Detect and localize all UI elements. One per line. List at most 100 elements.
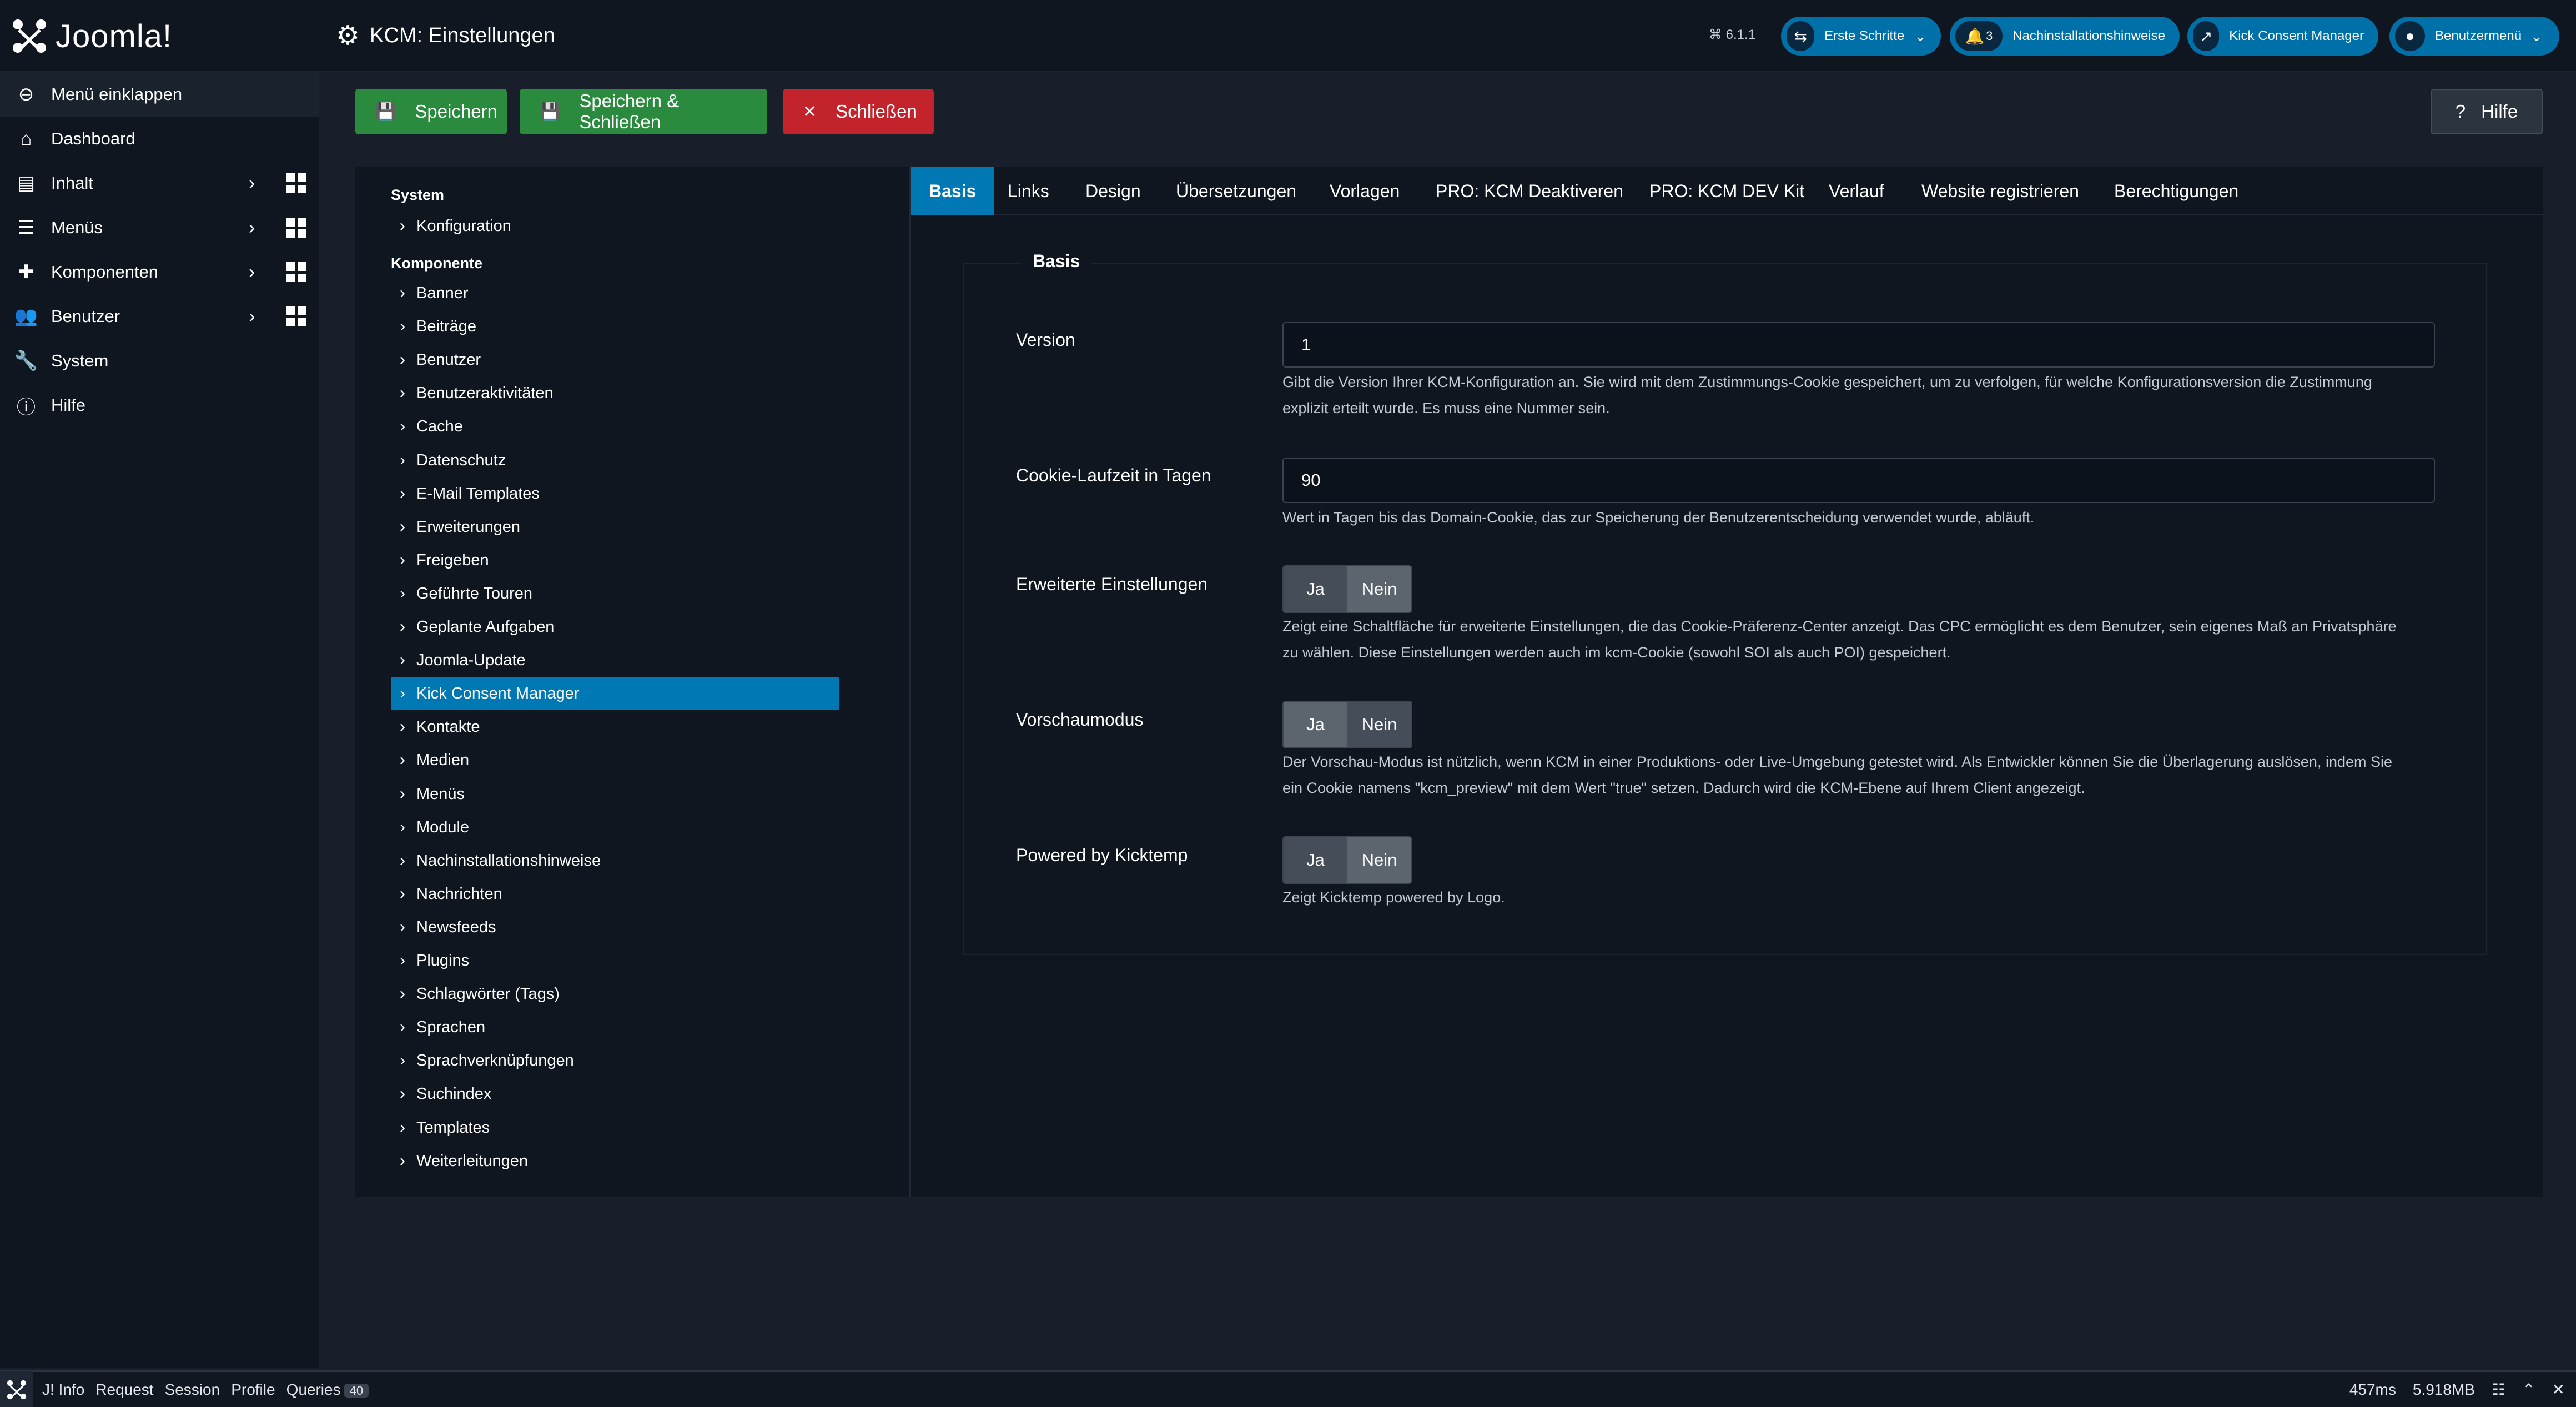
close-icon[interactable]: ✕: [2552, 1380, 2565, 1399]
chevron-right-icon: ›: [400, 818, 405, 836]
post-install-messages-button[interactable]: 🔔 3 Nachinstallationshinweise: [1950, 17, 2180, 56]
switch-option-nein[interactable]: Nein: [1347, 702, 1411, 747]
tree-item[interactable]: › Geplante Aufgaben: [391, 610, 839, 644]
sidebar-item-dashboard[interactable]: ⌂ Dashboard: [0, 117, 319, 161]
tree-item[interactable]: › Sprachverknüpfungen: [391, 1044, 839, 1077]
tab-links[interactable]: Links: [1008, 167, 1049, 215]
debug-time: 457ms: [2349, 1380, 2396, 1398]
tree-item[interactable]: › Templates: [391, 1111, 839, 1144]
tree-item[interactable]: › Banner: [391, 277, 839, 310]
tab-pro-kcm-deaktiveren[interactable]: PRO: KCM Deaktiveren: [1436, 167, 1623, 215]
advanced-settings-switch[interactable]: Ja Nein: [1282, 565, 1412, 613]
guided-tours-button[interactable]: ⇆ Erste Schritte ⌄: [1781, 17, 1941, 56]
switch-option-ja[interactable]: Ja: [1284, 837, 1347, 883]
sidebar: ⊖ Menü einklappen ⌂ Dashboard ▤ Inhalt ›…: [0, 72, 319, 1368]
tree-item[interactable]: › Medien: [391, 743, 839, 777]
tree-item[interactable]: › Nachrichten: [391, 877, 839, 911]
tree-item-label: Kick Consent Manager: [416, 684, 580, 702]
sidebar-item-system[interactable]: 🔧 System: [0, 339, 319, 383]
cookie-lifetime-value: 90: [1301, 470, 1321, 490]
tree-item[interactable]: › Kick Consent Manager: [391, 677, 839, 710]
save-close-label: Speichern & Schließen: [579, 91, 680, 132]
tree-item[interactable]: › Newsfeeds: [391, 911, 839, 944]
dashboard-grid-icon[interactable]: [286, 173, 306, 193]
help-button[interactable]: ? Hilfe: [2431, 89, 2543, 134]
vertical-divider: [909, 167, 911, 1197]
chevron-right-icon: ›: [400, 851, 405, 870]
tree-item[interactable]: › Geführte Touren: [391, 577, 839, 610]
tree-item[interactable]: › Joomla-Update: [391, 644, 839, 677]
version-input[interactable]: 1: [1282, 322, 2435, 368]
tree-heading-system: System: [391, 187, 445, 203]
tree-item-konfiguration[interactable]: › Konfiguration: [391, 209, 839, 243]
tree-item[interactable]: › Module: [391, 811, 839, 844]
sidebar-item-components[interactable]: ✚ Komponenten ›: [0, 250, 319, 294]
sidebar-item-help[interactable]: ⓘ Hilfe: [0, 383, 319, 428]
tree-item[interactable]: › Benutzeraktivitäten: [391, 376, 839, 410]
tab-verlauf[interactable]: Verlauf: [1829, 167, 1884, 215]
user-menu-button[interactable]: ● Benutzermenü ⌄: [2389, 17, 2559, 56]
tree-item[interactable]: › Freigeben: [391, 544, 839, 577]
debug-tab-info[interactable]: J! Info: [42, 1381, 84, 1399]
guided-tours-label: Erste Schritte: [1824, 28, 1905, 43]
tree-item[interactable]: › Weiterleitungen: [391, 1144, 839, 1178]
sidebar-item-collapse[interactable]: ⊖ Menü einklappen: [0, 72, 319, 117]
notification-count: 3: [1986, 29, 1993, 43]
joomla-logo[interactable]: Joomla!: [10, 17, 172, 56]
cookie-lifetime-input[interactable]: 90: [1282, 458, 2435, 503]
tree-item[interactable]: › Beiträge: [391, 310, 839, 343]
sidebar-item-menus[interactable]: ☰ Menüs ›: [0, 205, 319, 250]
switch-option-nein[interactable]: Nein: [1347, 566, 1411, 612]
preview-mode-switch[interactable]: Ja Nein: [1282, 701, 1412, 748]
chevron-right-icon: ›: [400, 517, 405, 536]
tree-item[interactable]: › Datenschutz: [391, 444, 839, 477]
debug-tab-queries[interactable]: Queries 40: [286, 1381, 369, 1399]
save-button[interactable]: 💾 Speichern: [355, 89, 507, 134]
switch-option-nein[interactable]: Nein: [1347, 837, 1411, 883]
kick-consent-manager-link[interactable]: ↗ Kick Consent Manager: [2187, 17, 2378, 56]
dashboard-grid-icon[interactable]: [286, 262, 306, 282]
tree-item[interactable]: › Plugins: [391, 944, 839, 977]
sidebar-item-users[interactable]: 👥 Benutzer ›: [0, 294, 319, 339]
tree-item[interactable]: › Benutzer: [391, 343, 839, 376]
debug-tab-profile[interactable]: Profile: [231, 1381, 275, 1399]
debug-tab-session[interactable]: Session: [165, 1381, 220, 1399]
tree-item[interactable]: › Suchindex: [391, 1077, 839, 1110]
tree-item[interactable]: › Schlagwörter (Tags): [391, 977, 839, 1011]
tab-pro-kcm-dev-kit[interactable]: PRO: KCM DEV Kit: [1649, 167, 1804, 215]
signpost-icon: ⇆: [1787, 21, 1815, 51]
version-description: Gibt die Version Ihrer KCM-Konfiguration…: [1282, 369, 2448, 421]
tree-item[interactable]: › Kontakte: [391, 710, 839, 743]
tab-design[interactable]: Design: [1085, 167, 1141, 215]
users-icon: 👥: [14, 306, 38, 327]
home-icon: ⌂: [20, 128, 32, 149]
tree-item[interactable]: › Cache: [391, 410, 839, 443]
chevron-right-icon: ›: [400, 284, 405, 302]
tree-item[interactable]: › Menüs: [391, 777, 839, 811]
tab-berechtigungen[interactable]: Berechtigungen: [2114, 167, 2238, 215]
debug-tab-request[interactable]: Request: [95, 1381, 153, 1399]
tab-website-registrieren[interactable]: Website registrieren: [1921, 167, 2079, 215]
tree-heading-components: Komponente: [391, 255, 482, 272]
tab-label: PRO: KCM DEV Kit: [1649, 180, 1805, 201]
tree-item[interactable]: › Nachinstallationshinweise: [391, 844, 839, 877]
powered-by-switch[interactable]: Ja Nein: [1282, 836, 1412, 884]
sidebar-item-content[interactable]: ▤ Inhalt ›: [0, 161, 319, 205]
tree-item[interactable]: › E-Mail Templates: [391, 477, 839, 510]
settings-icon[interactable]: ☷: [2492, 1380, 2505, 1399]
puzzle-icon: ✚: [18, 262, 34, 283]
dashboard-grid-icon[interactable]: [286, 306, 306, 326]
joomla-debug-icon[interactable]: [0, 1371, 33, 1407]
tree-item[interactable]: › Sprachen: [391, 1011, 839, 1044]
switch-option-ja[interactable]: Ja: [1284, 566, 1347, 612]
tab-uebersetzungen[interactable]: Übersetzungen: [1176, 167, 1296, 215]
tab-basis[interactable]: Basis: [911, 167, 994, 215]
chevron-up-icon[interactable]: ⌃: [2522, 1380, 2535, 1399]
close-button[interactable]: ✕ Schließen: [783, 89, 934, 134]
dashboard-grid-icon[interactable]: [286, 218, 306, 238]
switch-option-ja[interactable]: Ja: [1284, 702, 1347, 747]
tree-item[interactable]: › Erweiterungen: [391, 510, 839, 544]
powered-by-label: Powered by Kicktemp: [1016, 845, 1188, 865]
save-close-button[interactable]: 💾 Speichern & Schließen: [520, 89, 767, 134]
tab-vorlagen[interactable]: Vorlagen: [1330, 167, 1400, 215]
